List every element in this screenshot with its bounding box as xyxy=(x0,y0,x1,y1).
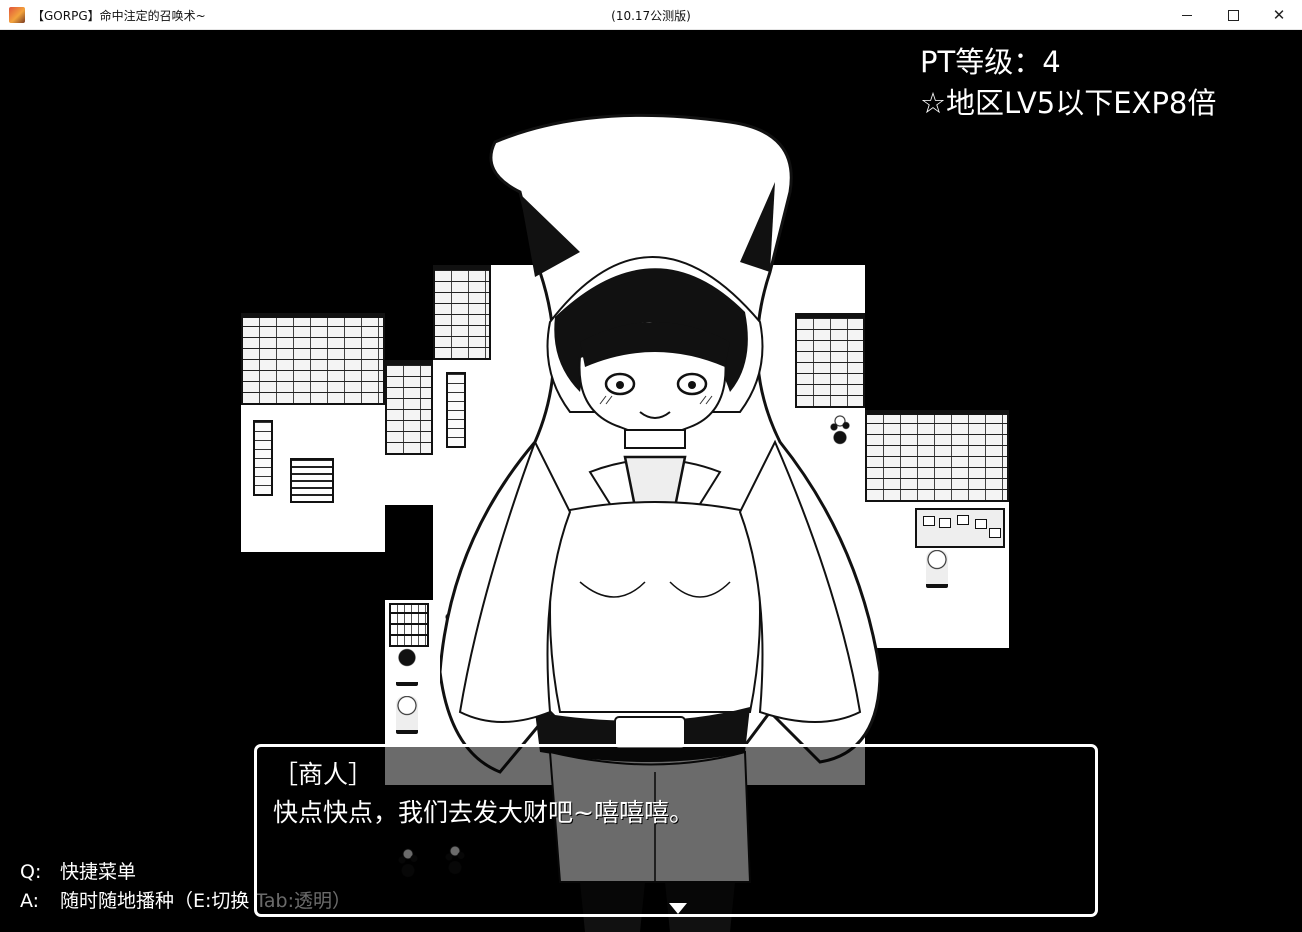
merchant-counter[interactable] xyxy=(915,508,1005,548)
window-subtitle: (10.17公测版) xyxy=(611,9,691,23)
hint-key: A: xyxy=(20,890,40,912)
stone-pillar xyxy=(253,420,273,496)
hint-key: Q: xyxy=(20,861,42,883)
dialogue-window[interactable]: ［商人］ 快点快点，我们去发大财吧~嘻嘻嘻。 xyxy=(254,744,1098,917)
npc-sprite[interactable] xyxy=(926,550,948,588)
stone-wall-right xyxy=(865,410,1009,502)
shop-item xyxy=(975,519,987,529)
game-viewport[interactable]: PT等级：4 ☆地区LV5以下EXP8倍 Q: 快捷菜单 A: 随时随地播种（E:切… xyxy=(0,30,1302,932)
shop-item xyxy=(989,528,1001,538)
minimize-button[interactable] xyxy=(1164,0,1210,30)
speaker-name: ［商人］ xyxy=(273,760,374,789)
status-hud: PT等级：4 ☆地区LV5以下EXP8倍 xyxy=(920,42,1216,124)
stone-wall-left xyxy=(241,313,385,405)
npc-sprite[interactable] xyxy=(396,648,418,686)
close-button[interactable]: ✕ xyxy=(1256,0,1302,30)
dialogue-text: 快点快点，我们去发大财吧~嘻嘻嘻。 xyxy=(273,798,694,827)
continue-arrow-icon[interactable] xyxy=(669,903,687,914)
stone-wall-left-inner xyxy=(385,360,433,455)
npc-sprite[interactable] xyxy=(396,696,418,734)
close-icon: ✕ xyxy=(1272,5,1286,24)
hint-text: 快捷菜单 xyxy=(60,861,137,883)
exp-bonus-text: ☆地区LV5以下EXP8倍 xyxy=(920,86,1217,120)
party-level-value: 4 xyxy=(1042,45,1061,79)
minimize-icon xyxy=(1182,14,1192,16)
maximize-button[interactable] xyxy=(1210,0,1256,30)
shop-item xyxy=(939,518,951,528)
bookshelf[interactable] xyxy=(389,603,429,647)
maximize-icon xyxy=(1227,9,1239,21)
party-level-row: PT等级：4 xyxy=(920,42,1216,83)
stairs-down[interactable] xyxy=(290,458,334,503)
party-level-label: PT等级： xyxy=(920,45,1043,79)
window-titlebar[interactable]: 【GORPG】命中注定的召唤术~ (10.17公测版) ✕ xyxy=(0,0,1302,30)
shop-item xyxy=(923,516,935,526)
shop-item xyxy=(957,515,969,525)
